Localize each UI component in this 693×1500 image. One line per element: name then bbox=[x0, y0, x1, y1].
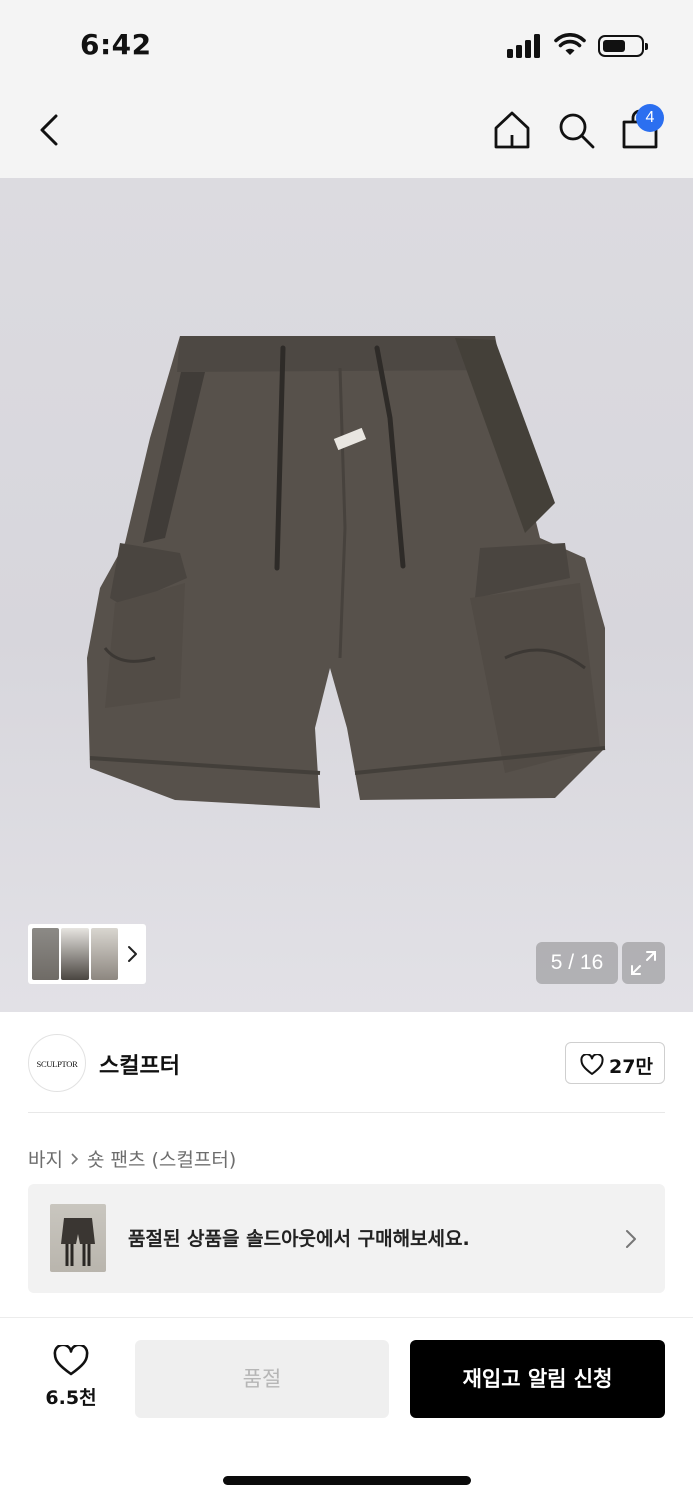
expand-button[interactable] bbox=[622, 942, 665, 984]
brand-like-count: 27만 bbox=[609, 1056, 653, 1078]
cart-count-badge: 4 bbox=[636, 104, 664, 132]
wishlist-count: 6.5천 bbox=[45, 1387, 97, 1409]
breadcrumb: 바지 숏 팬츠 (스컬프터) bbox=[28, 1145, 236, 1172]
image-counter: 5 / 16 bbox=[536, 942, 618, 984]
thumbnail-image bbox=[90, 928, 118, 980]
cellular-signal-icon bbox=[507, 34, 543, 58]
status-time: 6:42 bbox=[80, 28, 152, 61]
battery-icon bbox=[598, 35, 648, 57]
thumbnail-strip[interactable] bbox=[28, 924, 146, 984]
wifi-icon bbox=[554, 33, 586, 55]
brand-row[interactable]: SCULPTOR 스컬프터 27만 bbox=[28, 1034, 665, 1112]
brand-like-button[interactable]: 27만 bbox=[565, 1042, 665, 1084]
divider bbox=[28, 1112, 665, 1113]
banner-text: 품절된 상품을 솔드아웃에서 구매해보세요. bbox=[128, 1228, 470, 1250]
product-image bbox=[87, 336, 606, 808]
brand-name[interactable]: 스컬프터 bbox=[99, 1048, 180, 1080]
chevron-right-icon bbox=[71, 1152, 79, 1165]
thumbnail-image bbox=[61, 928, 89, 980]
banner-thumbnail bbox=[50, 1204, 106, 1272]
home-icon[interactable] bbox=[490, 108, 534, 152]
brand-logo[interactable]: SCULPTOR bbox=[28, 1034, 86, 1092]
search-icon[interactable] bbox=[554, 108, 598, 152]
soldout-button: 품절 bbox=[135, 1340, 389, 1418]
soldout-banner[interactable]: 품절된 상품을 솔드아웃에서 구매해보세요. bbox=[28, 1184, 665, 1293]
restock-alert-button[interactable]: 재입고 알림 신청 bbox=[410, 1340, 665, 1418]
breadcrumb-subcategory[interactable]: 숏 팬츠 (스컬프터) bbox=[87, 1145, 236, 1172]
chevron-right-icon bbox=[128, 946, 137, 962]
back-icon[interactable] bbox=[30, 110, 70, 150]
breadcrumb-category[interactable]: 바지 bbox=[28, 1145, 63, 1172]
bottom-bar-divider bbox=[0, 1317, 693, 1318]
heart-icon bbox=[53, 1345, 89, 1376]
thumbnail-image bbox=[32, 928, 60, 980]
chevron-right-icon bbox=[626, 1230, 636, 1248]
home-indicator bbox=[223, 1476, 471, 1485]
heart-icon bbox=[580, 1054, 604, 1075]
top-nav-bar: 4 bbox=[0, 92, 693, 178]
wishlist-button[interactable]: 6.5천 bbox=[30, 1345, 112, 1415]
product-image-gallery[interactable]: 5 / 16 bbox=[0, 178, 693, 1012]
expand-icon bbox=[631, 951, 656, 975]
status-bar: 6:42 bbox=[0, 0, 693, 92]
